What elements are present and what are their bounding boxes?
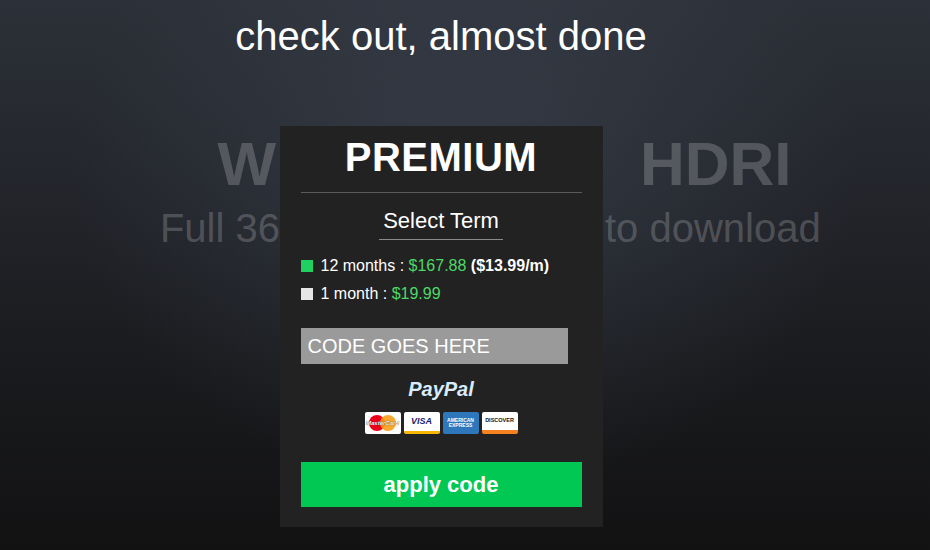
hero-title-part: HDRI [640, 128, 930, 200]
hero-subtitle-part: to download [605, 204, 930, 252]
term-radio[interactable] [301, 288, 313, 300]
plan-title: PREMIUM [301, 132, 582, 193]
term-text: 1 month : $19.99 [321, 280, 441, 308]
checkout-page: W HDRI Full 36 to download check out, almos… [0, 0, 930, 550]
visa-logo-icon: VISA [404, 412, 440, 434]
card-label: DISCOVER [485, 418, 514, 424]
term-radio[interactable] [301, 260, 313, 272]
term-duration: 1 month : [321, 285, 388, 302]
mastercard-logo-icon: MasterCard [365, 412, 401, 434]
paypal-logo[interactable]: PayPal [301, 376, 582, 402]
apply-code-button[interactable]: apply code [301, 462, 582, 507]
term-duration: 12 months : [321, 257, 405, 274]
term-label: Select Term [379, 207, 503, 240]
hero-title-part: W [0, 128, 276, 200]
card-logos: MasterCard VISA AMERICAN EXPRESS DISCOVER [301, 412, 582, 434]
discover-logo-icon: DISCOVER [482, 412, 518, 434]
term-monthly-price: ($13.99/m) [471, 257, 549, 274]
amex-logo-icon: AMERICAN EXPRESS [443, 412, 479, 434]
term-price: $167.88 [409, 257, 467, 274]
term-option[interactable]: 1 month : $19.99 [301, 280, 582, 308]
code-input[interactable] [301, 328, 568, 364]
term-list: 12 months : $167.88 ($13.99/m)1 month : … [301, 240, 582, 308]
term-option[interactable]: 12 months : $167.88 ($13.99/m) [301, 252, 582, 280]
plan-panel: PREMIUM Select Term 12 months : $167.88 ($… [280, 126, 603, 527]
hero-subtitle-part: Full 36 [0, 204, 280, 252]
card-label: VISA [411, 417, 432, 426]
term-text: 12 months : $167.88 ($13.99/m) [321, 252, 550, 280]
card-label: MasterCard [366, 420, 399, 426]
card-label: AMERICAN EXPRESS [443, 417, 479, 429]
term-price: $19.99 [392, 285, 441, 302]
page-heading: check out, almost done [235, 0, 646, 60]
term-header: Select Term [301, 193, 582, 240]
